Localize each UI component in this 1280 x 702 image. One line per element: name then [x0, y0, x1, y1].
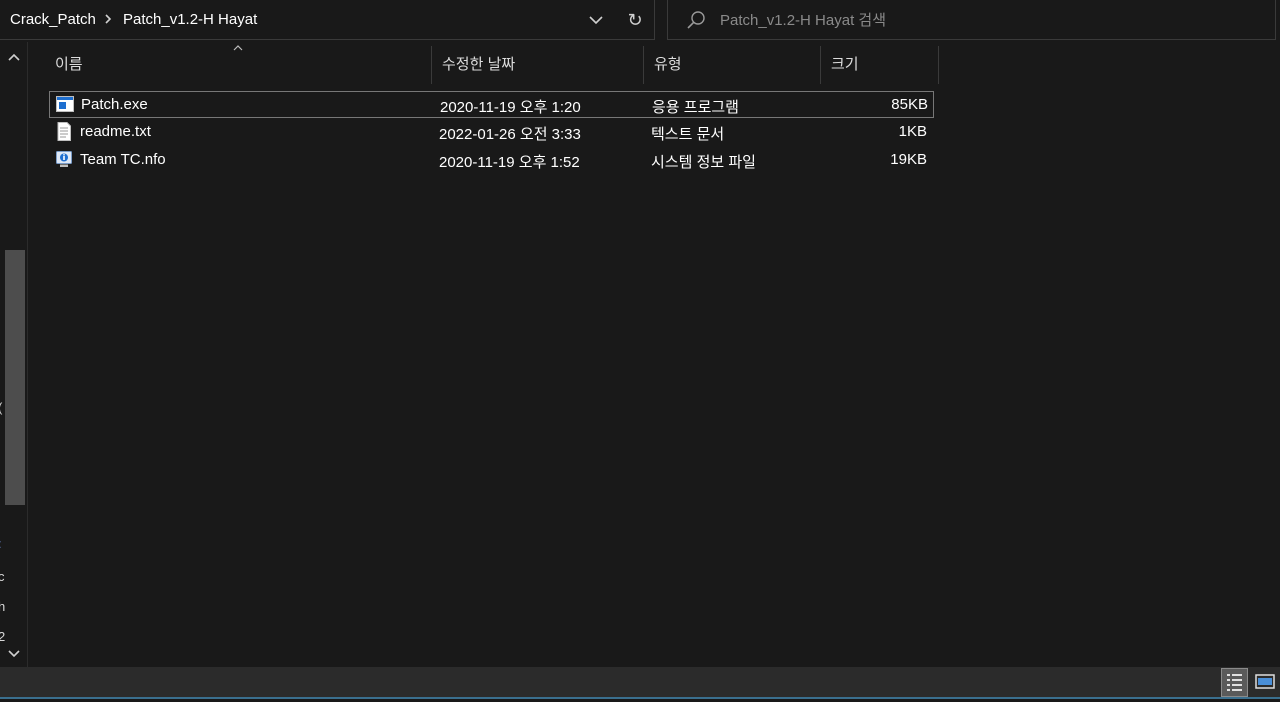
file-type: 텍스트 문서	[651, 126, 725, 143]
details-view-icon	[1227, 674, 1242, 691]
file-date: 2020-11-19 오후 1:20	[440, 99, 581, 116]
file-row[interactable]: readme.txt 2022-01-26 오전 3:33 텍스트 문서 1KB	[49, 119, 934, 146]
nav-item-fragment[interactable]: :	[0, 536, 2, 551]
large-icons-view-icon	[1255, 674, 1275, 689]
file-name: Team TC.nfo	[80, 151, 166, 168]
refresh-button[interactable]: ↻	[620, 6, 650, 34]
file-type: 시스템 정보 파일	[651, 154, 756, 171]
details-view-button[interactable]	[1221, 668, 1248, 697]
nav-item-fragment[interactable]: (	[0, 400, 2, 415]
scroll-up-icon[interactable]	[7, 52, 21, 62]
column-header-name[interactable]: 이름	[45, 46, 432, 84]
search-box[interactable]	[667, 0, 1276, 40]
top-bar: Crack_Patch Patch_v1.2-H Hayat ↻	[0, 0, 1280, 42]
scroll-down-icon[interactable]	[7, 648, 21, 658]
nav-scrollbar-thumb[interactable]	[5, 250, 25, 505]
column-header-size[interactable]: 크기	[821, 46, 939, 84]
nav-item-fragment[interactable]: c	[0, 569, 5, 584]
search-icon	[687, 11, 705, 29]
file-row[interactable]: Patch.exe 2020-11-19 오후 1:20 응용 프로그램 85K…	[49, 91, 934, 118]
file-date: 2022-01-26 오전 3:33	[439, 126, 581, 143]
file-size: 1KB	[898, 123, 927, 140]
breadcrumb-current-folder[interactable]: Patch_v1.2-H Hayat	[123, 11, 257, 28]
breadcrumb-crack-patch[interactable]: Crack_Patch	[10, 11, 96, 28]
file-type: 응용 프로그램	[652, 99, 739, 116]
chevron-right-icon[interactable]	[102, 12, 114, 26]
file-size: 85KB	[891, 96, 928, 113]
file-date: 2020-11-19 오후 1:52	[439, 154, 580, 171]
search-input[interactable]	[720, 9, 1260, 31]
status-bar	[0, 667, 1280, 699]
navigation-pane[interactable]: ( : c h 2	[0, 42, 28, 667]
file-size: 19KB	[890, 151, 927, 168]
column-header-type[interactable]: 유형	[644, 46, 821, 84]
large-icons-view-button[interactable]	[1252, 668, 1278, 697]
file-name: Patch.exe	[81, 96, 148, 113]
column-header-date[interactable]: 수정한 날짜	[432, 46, 644, 84]
application-icon	[56, 96, 74, 112]
nav-item-fragment[interactable]: h	[0, 599, 5, 614]
file-row[interactable]: Team TC.nfo 2020-11-19 오후 1:52 시스템 정보 파일…	[49, 147, 934, 174]
file-name: readme.txt	[80, 123, 151, 140]
file-list[interactable]: 이름 수정한 날짜 유형 크기 Patch.exe 2020-11-19 오후 …	[28, 42, 1280, 667]
refresh-icon: ↻	[627, 10, 643, 30]
text-document-icon	[57, 122, 71, 141]
system-info-icon	[56, 151, 72, 167]
address-bar[interactable]: Crack_Patch Patch_v1.2-H Hayat	[0, 0, 655, 40]
nav-item-fragment[interactable]: 2	[0, 629, 5, 644]
chevron-down-icon[interactable]	[582, 6, 610, 34]
